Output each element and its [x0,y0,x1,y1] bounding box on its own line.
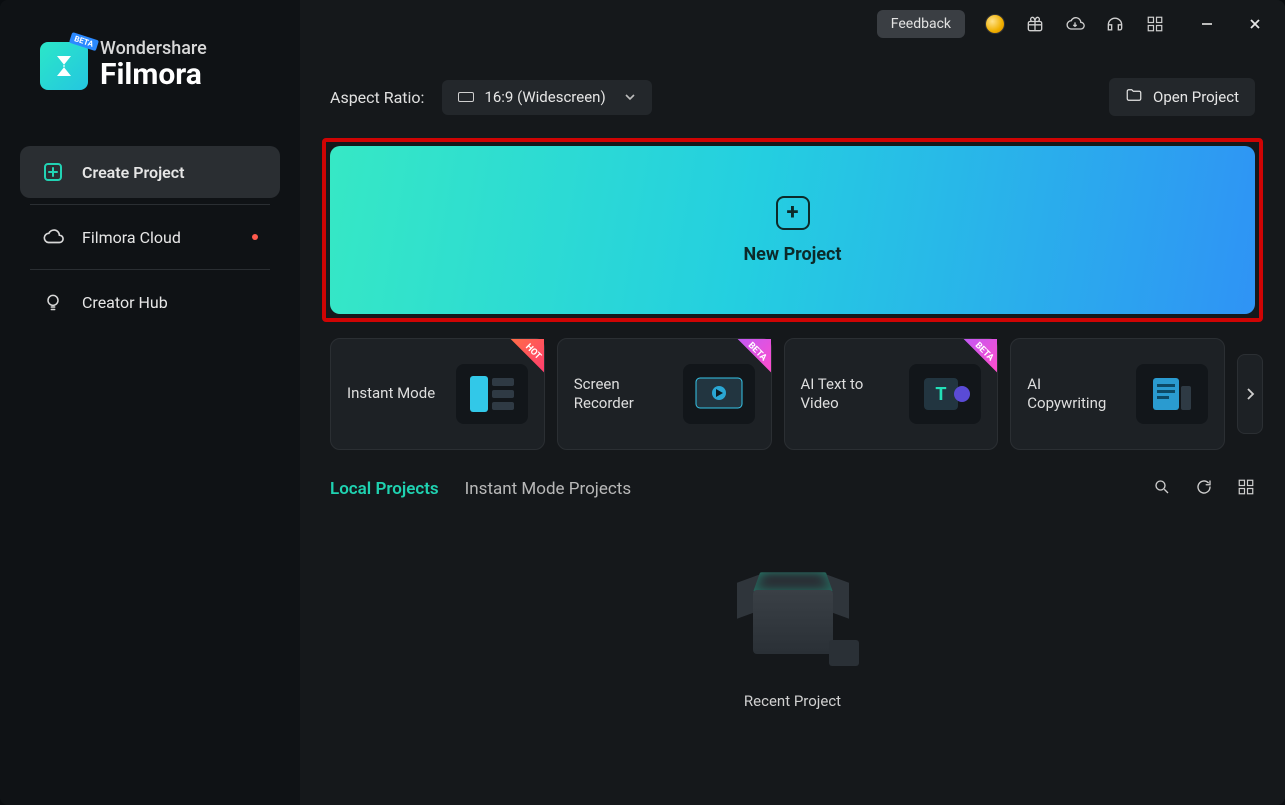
tab-instant-mode-projects[interactable]: Instant Mode Projects [465,479,631,499]
hot-tag: HOT [502,339,544,381]
card-label: AI Text to Video [801,375,891,414]
folder-icon [1125,86,1143,108]
apps-grid-icon[interactable] [1145,14,1165,34]
card-label: Screen Recorder [574,375,664,414]
cloud-download-icon[interactable] [1065,14,1085,34]
logo-icon: BETA [40,42,88,90]
card-label: Instant Mode [347,384,435,404]
title-bar: Feedback [300,0,1285,48]
sidebar-item-label: Create Project [82,163,185,182]
cloud-icon [42,226,64,248]
open-project-label: Open Project [1153,88,1239,106]
refresh-icon[interactable] [1195,478,1213,500]
new-project-highlight: + New Project [322,138,1263,322]
card-label: AI Copywriting [1027,375,1117,414]
recent-projects-empty: Recent Project [300,560,1285,710]
sidebar: BETA Wondershare Filmora Create Project … [0,0,300,805]
brand-bottom: Filmora [100,58,207,91]
plus-square-icon [42,161,64,183]
divider [30,204,270,205]
projects-tabs: Local Projects Instant Mode Projects [330,478,1255,500]
top-controls: Aspect Ratio: 16:9 (Widescreen) Open Pro… [300,48,1285,116]
new-project-label: New Project [743,244,841,265]
open-project-button[interactable]: Open Project [1109,78,1255,116]
card-ai-copywriting[interactable]: AI Copywriting [1010,338,1225,450]
notification-dot [252,234,258,240]
brand-top: Wondershare [100,40,207,58]
brand-logo: BETA Wondershare Filmora [20,40,280,91]
aspect-ratio-label: Aspect Ratio: [330,88,424,107]
profile-globe-icon[interactable] [985,14,1005,34]
sidebar-item-creator-hub[interactable]: Creator Hub [20,276,280,328]
headset-icon[interactable] [1105,14,1125,34]
empty-box-illustration [733,560,853,670]
search-icon[interactable] [1153,478,1171,500]
beta-tag: BETA [729,339,771,381]
sidebar-item-label: Creator Hub [82,293,168,312]
svg-text:T: T [936,384,947,405]
ai-copywriting-illustration [1136,364,1208,424]
cards-next-button[interactable] [1237,354,1263,434]
minimize-icon[interactable] [1197,14,1217,34]
tab-local-projects[interactable]: Local Projects [330,479,439,499]
aspect-rect-icon [458,92,474,102]
card-screen-recorder[interactable]: Screen Recorder BETA [557,338,772,450]
aspect-ratio-value: 16:9 (Widescreen) [484,88,614,106]
close-icon[interactable] [1245,14,1265,34]
gift-icon[interactable] [1025,14,1045,34]
feedback-button[interactable]: Feedback [877,10,965,38]
app-window: BETA Wondershare Filmora Create Project … [0,0,1285,805]
divider [30,269,270,270]
beta-badge: BETA [69,32,99,51]
sidebar-item-filmora-cloud[interactable]: Filmora Cloud [20,211,280,263]
plus-icon: + [776,196,810,230]
window-controls [1197,14,1265,34]
projects-toolbar [1153,478,1255,500]
mode-cards-row: Instant Mode HOT Screen Recorder BETA AI… [330,338,1263,450]
chevron-down-icon [624,88,636,107]
sidebar-item-create-project[interactable]: Create Project [20,146,280,198]
aspect-ratio-select[interactable]: 16:9 (Widescreen) [442,80,652,115]
grid-view-icon[interactable] [1237,478,1255,500]
card-instant-mode[interactable]: Instant Mode HOT [330,338,545,450]
main-area: Feedback Aspect Ratio: 16:9 (Widescreen)… [300,0,1285,805]
recent-project-label: Recent Project [744,692,841,710]
beta-tag: BETA [955,339,997,381]
bulb-icon [42,291,64,313]
card-ai-text-to-video[interactable]: AI Text to Video T BETA [784,338,999,450]
sidebar-item-label: Filmora Cloud [82,228,181,247]
new-project-button[interactable]: + New Project [330,146,1255,314]
